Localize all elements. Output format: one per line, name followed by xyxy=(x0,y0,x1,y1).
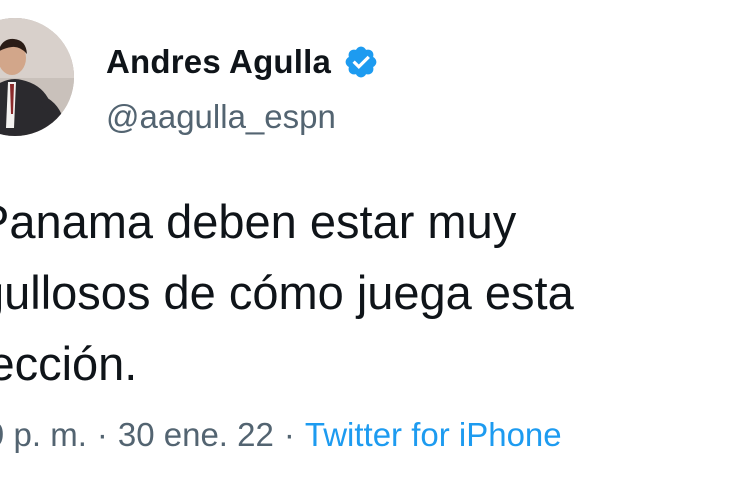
tweet-text-line: Panama deben estar muy xyxy=(0,195,517,248)
tweet-time[interactable]: 9 p. m. xyxy=(0,416,87,453)
tweet-date[interactable]: 30 ene. 22 xyxy=(118,416,274,453)
tweet-card: Andres Agulla @aagulla_espn Panama deben… xyxy=(0,0,741,486)
avatar-photo xyxy=(0,18,74,136)
tweet-text: Panama deben estar muy gullosos de cómo … xyxy=(0,186,741,399)
author-handle[interactable]: @aagulla_espn xyxy=(106,98,336,136)
tweet-text-line: lección. xyxy=(0,337,138,390)
tweet-text-line: gullosos de cómo juega esta xyxy=(0,266,574,319)
author-name-row: Andres Agulla xyxy=(106,40,379,84)
avatar[interactable] xyxy=(0,18,74,136)
meta-separator: · xyxy=(283,416,295,453)
meta-separator: · xyxy=(96,416,108,453)
verified-badge-icon xyxy=(343,44,379,80)
tweet-meta: 9 p. m.·30 ene. 22·Twitter for iPhone xyxy=(0,416,562,454)
tweet-source-link[interactable]: Twitter for iPhone xyxy=(305,416,562,453)
author-display-name[interactable]: Andres Agulla xyxy=(106,43,331,81)
